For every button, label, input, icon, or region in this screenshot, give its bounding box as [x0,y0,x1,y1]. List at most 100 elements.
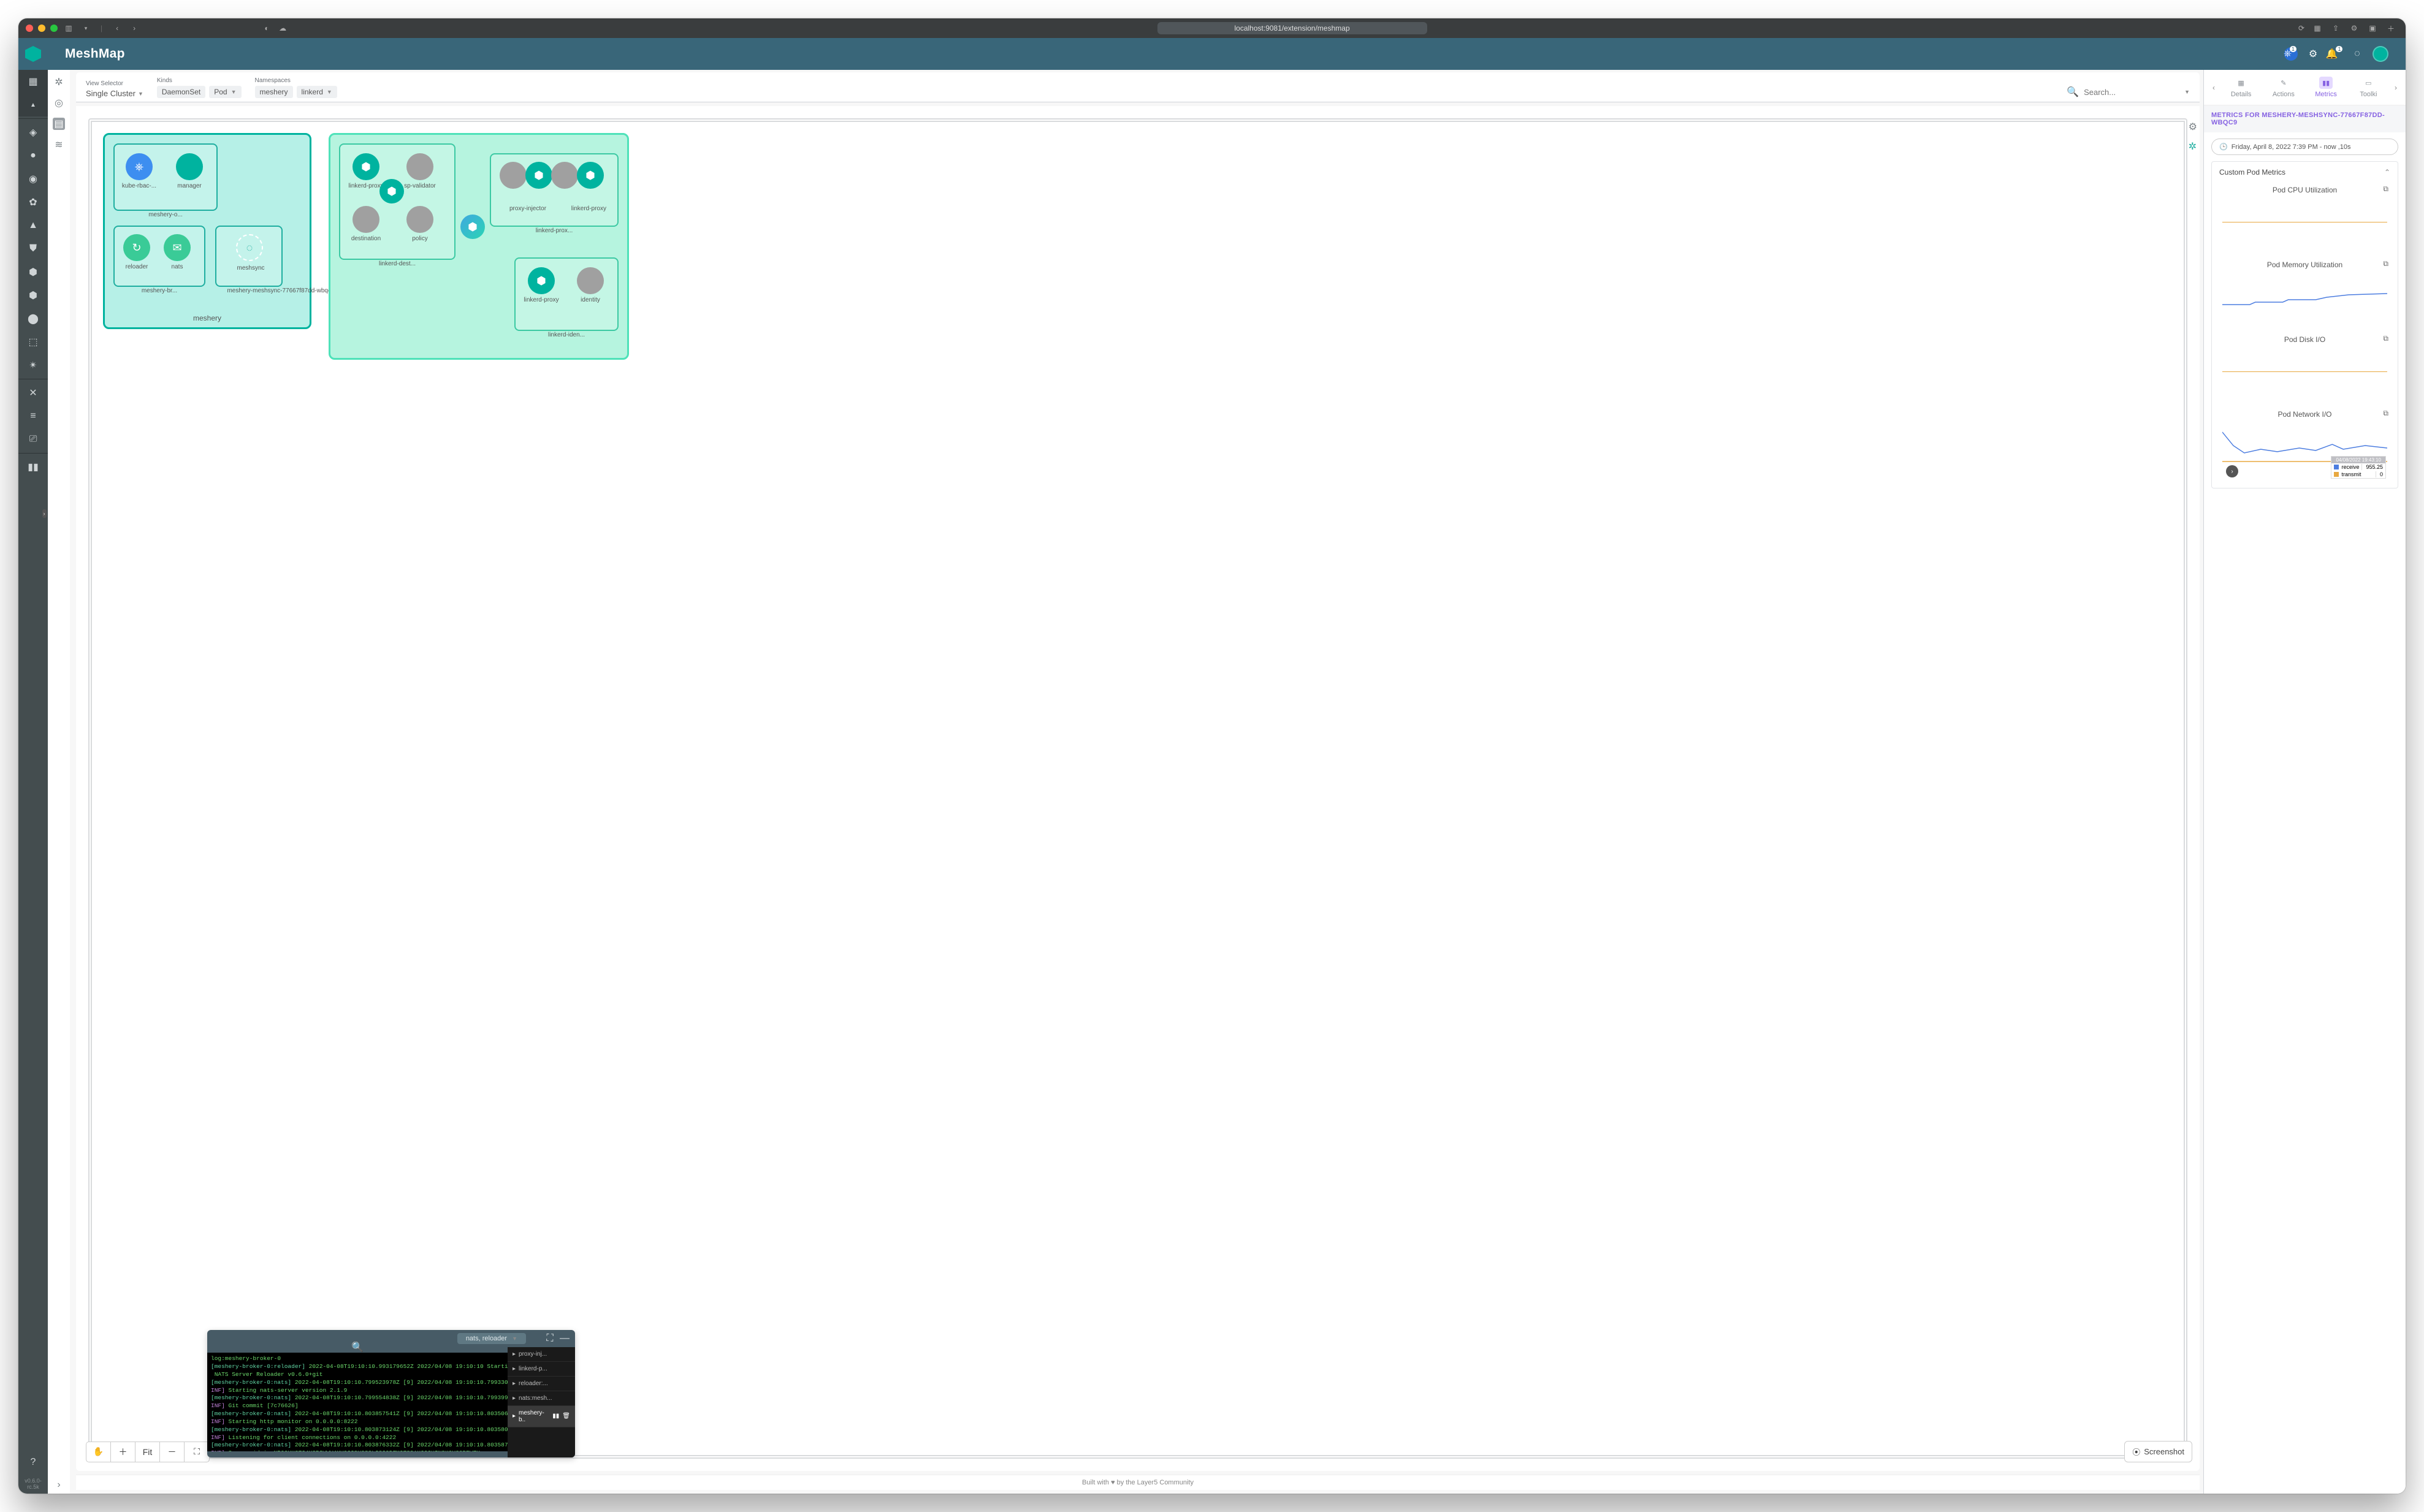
trash-icon[interactable]: 🗑 [562,1413,570,1419]
terminal-source-dropdown[interactable]: nats, reloader▼ [457,1333,526,1344]
rp-scroll-right-icon[interactable]: › [2390,83,2402,92]
metric-pod-memory[interactable]: Pod Memory Utilization ⧉ [2219,257,2390,325]
node-identity[interactable]: identity [577,267,604,294]
node-proxy-inj-gray2[interactable] [551,162,578,189]
open-external-icon[interactable]: ⧉ [2383,184,2388,194]
open-external-icon[interactable]: ⧉ [2383,334,2388,343]
chevron-down-icon[interactable]: ▾ [81,23,91,33]
node-destination[interactable]: destination [353,206,379,233]
open-external-icon[interactable]: ⧉ [2383,409,2388,418]
open-external-icon[interactable]: ⧉ [2383,259,2388,268]
refresh-icon[interactable]: ⟳ [2296,23,2306,33]
node-meshsync[interactable]: ◌meshsync [236,234,263,261]
app-logo[interactable] [18,38,48,70]
search-input[interactable] [2083,87,2181,97]
filter-icon[interactable]: ▤ [53,118,65,130]
node-linkerd-proxy-3[interactable]: ⬢linkerd-proxy [528,267,555,294]
zoom-fit-button[interactable]: Fit [135,1442,160,1462]
cloud-icon[interactable]: ☁ [278,23,288,33]
term-tab-mesheryb[interactable]: ▸ meshery-b.. ▮▮🗑 [508,1406,575,1427]
nav-hex-icon[interactable]: ⬢ [18,260,48,284]
ns-chip-meshery[interactable]: meshery [255,86,293,98]
term-tab-linkerdp[interactable]: ▸ linkerd-p... [508,1362,575,1377]
chevron-up-icon[interactable]: ⌃ [2384,168,2390,177]
pod-meshery-broker[interactable]: ↻reloader ✉nats meshery-br... [113,226,205,287]
nav-help-icon[interactable]: ? [18,1451,48,1474]
pod-linkerd-identity[interactable]: ⬢linkerd-proxy identity linkerd-iden... [514,257,619,331]
nav-cube-icon[interactable]: ◈ [18,121,48,144]
sidebar-toggle-icon[interactable]: ▥ [64,23,74,33]
nav-tools-icon[interactable]: ✕ [18,381,48,405]
node-nats[interactable]: ✉nats [164,234,191,261]
node-reloader[interactable]: ↻reloader [123,234,150,261]
sync-spinner-icon[interactable]: ◌ [2350,47,2364,61]
close-window-button[interactable] [26,25,33,32]
metric-pod-disk[interactable]: Pod Disk I/O ⧉ [2219,332,2390,400]
nav-expand-handle[interactable]: › [42,509,47,518]
node-linkerd-proxy-overlay[interactable]: ⬢ [379,179,404,203]
topology-canvas[interactable]: meshery ⎈kube-rbac-... manager meshery-o… [88,118,2187,1459]
pan-tool-button[interactable]: ✋ [86,1442,111,1462]
canvas-snowflake-icon[interactable]: ✲ [2189,140,2197,153]
user-avatar[interactable] [2373,46,2388,62]
node-linkerd-free[interactable]: ⬢ [460,215,485,239]
term-tab-reloader[interactable]: ▸ reloader:... [508,1377,575,1391]
pod-linkerd-destination[interactable]: ⬢linkerd-proxy sp-validator destination … [339,143,455,260]
node-proxy-inj-gray1[interactable] [500,162,527,189]
forward-icon[interactable]: › [129,23,139,33]
back-icon[interactable]: ‹ [112,23,122,33]
search-dropdown-icon[interactable]: ▼ [2184,89,2190,95]
rp-scroll-left-icon[interactable]: ‹ [2208,83,2220,92]
nav-misc2-icon[interactable]: ⎚ [18,428,48,451]
term-tab-proxyinj[interactable]: ▸ proxy-inj... [508,1347,575,1362]
settings-icon[interactable]: ⚙ [2306,47,2320,61]
metric-pod-network[interactable]: Pod Network I/O ⧉ › [2219,407,2390,481]
apps-grid-icon[interactable]: ▦ [2312,23,2322,33]
terminal-log[interactable]: log:meshery-broker-0 [meshery-broker-0:r… [207,1353,508,1451]
namespace-linkerd[interactable]: ⬢linkerd-proxy sp-validator destination … [329,133,629,360]
pod-proxy-injector[interactable]: ⬢ ⬢ proxy-injector linkerd-proxy linkerd… [490,153,619,227]
pause-icon[interactable]: ▮▮ [552,1413,559,1419]
new-tab-icon[interactable]: ＋ [2386,23,2396,33]
notifications-icon[interactable]: 🔔1 [2328,47,2342,61]
term-tab-nats[interactable]: ▸ nats:mesh... [508,1391,575,1406]
metric-pod-cpu[interactable]: Pod CPU Utilization ⧉ [2219,183,2390,250]
url-bar[interactable]: localhost:9081/extension/meshmap [1157,22,1427,34]
search-field[interactable]: 🔍 ▼ [2067,86,2190,98]
node-proxy-inj-teal2[interactable]: ⬢ [577,162,604,189]
nav-misc1-icon[interactable]: ⬚ [18,330,48,354]
target-icon[interactable]: ◎ [53,97,65,109]
maximize-window-button[interactable] [50,25,58,32]
zoom-out-button[interactable]: － [160,1442,185,1462]
ns-chip-linkerd[interactable]: linkerd▼ [297,86,337,98]
time-range-selector[interactable]: 🕒 Friday, April 8, 2022 7:39 PM - now ,1… [2211,139,2398,155]
nav-dashboard[interactable]: ▦ [18,70,48,93]
node-sp-validator[interactable]: sp-validator [406,153,433,180]
bug-icon[interactable]: ✲ [53,76,65,88]
node-manager[interactable]: manager [176,153,203,180]
nav-drop-icon[interactable]: ⬤ [18,307,48,330]
terminal-header[interactable]: nats, reloader▼ 🔍 ⛶ — [207,1330,575,1347]
nav-collapse-icon[interactable]: ▲ [18,93,48,116]
tabs-icon[interactable]: ▣ [2368,23,2377,33]
nav-perf-icon[interactable]: ≡ [18,405,48,428]
fullscreen-button[interactable]: ⛶ [185,1442,209,1462]
node-proxy-inj-teal1[interactable]: ⬢ [525,162,552,189]
zoom-in-button[interactable]: ＋ [111,1442,135,1462]
kind-chip-pod[interactable]: Pod▼ [209,86,241,98]
pod-meshery-operator[interactable]: ⎈kube-rbac-... manager meshery-o... [113,143,218,211]
nav-linkerd-icon[interactable]: ▲ [18,214,48,237]
nav-graph-icon[interactable]: ✴ [18,354,48,377]
nav-istio-icon[interactable]: ● [18,144,48,167]
tab-toolkit[interactable]: ▭Toolki [2347,77,2390,98]
settings-browser-icon[interactable]: ⚙ [2349,23,2359,33]
nav-shield-icon[interactable]: ⛊ [18,237,48,260]
k8s-context-icon[interactable]: ⎈1 [2284,47,2298,61]
nav-circle-arrow-icon[interactable]: ◉ [18,167,48,191]
tab-details[interactable]: ▦Details [2220,77,2262,98]
pod-meshsync[interactable]: ◌meshsync meshery-meshsync-77667f87dd-wb… [215,226,283,287]
namespace-meshery[interactable]: meshery ⎈kube-rbac-... manager meshery-o… [103,133,311,329]
node-policy[interactable]: policy [406,206,433,233]
expand-rail-icon[interactable]: › [53,1481,65,1494]
section-header[interactable]: Custom Pod Metrics ⌃ [2212,162,2398,183]
